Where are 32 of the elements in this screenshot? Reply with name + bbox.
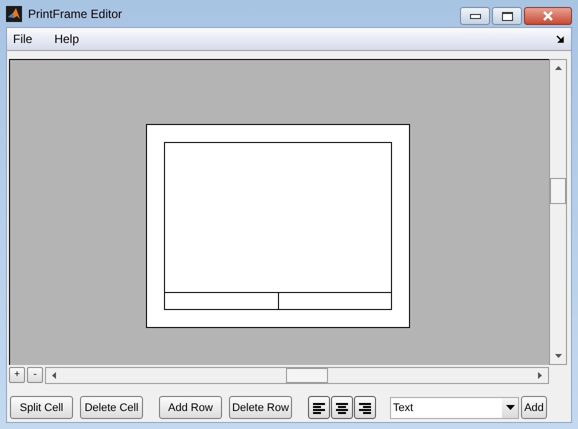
scroll-thumb[interactable] bbox=[286, 368, 328, 382]
app-logo-icon bbox=[6, 6, 22, 22]
align-right-icon bbox=[358, 401, 372, 414]
window-title: PrintFrame Editor bbox=[28, 6, 122, 20]
zoom-button[interactable]: - bbox=[27, 367, 43, 383]
action-button[interactable]: Add Row bbox=[159, 396, 222, 419]
vertical-scrollbar[interactable] bbox=[549, 59, 567, 365]
add-button[interactable]: Add bbox=[521, 396, 547, 419]
align-center-icon bbox=[334, 401, 350, 414]
dock-arrow-icon[interactable] bbox=[556, 34, 565, 44]
close-icon bbox=[542, 11, 554, 21]
menu-item[interactable]: File bbox=[7, 32, 38, 46]
close-button[interactable] bbox=[524, 7, 572, 25]
align-left-button[interactable] bbox=[308, 396, 330, 419]
action-button[interactable]: Split Cell bbox=[10, 396, 73, 419]
action-button[interactable]: Delete Row bbox=[229, 396, 292, 419]
scroll-down-icon[interactable] bbox=[554, 354, 562, 358]
menu-item[interactable]: Help bbox=[48, 32, 86, 46]
scroll-right-icon[interactable] bbox=[538, 372, 542, 378]
horizontal-scrollbar[interactable] bbox=[45, 366, 549, 384]
minimize-button[interactable] bbox=[460, 7, 490, 25]
scroll-left-icon[interactable] bbox=[52, 372, 56, 378]
align-center-button[interactable] bbox=[331, 396, 353, 419]
dropdown-caret-icon[interactable] bbox=[506, 405, 514, 410]
zoom-button[interactable]: + bbox=[9, 367, 25, 383]
align-right-button[interactable] bbox=[354, 396, 376, 419]
scroll-up-icon[interactable] bbox=[554, 66, 562, 70]
maximize-button[interactable] bbox=[492, 7, 522, 25]
type-dropdown[interactable]: Text bbox=[390, 396, 519, 418]
action-button[interactable]: Delete Cell bbox=[80, 396, 143, 419]
align-left-icon bbox=[312, 401, 326, 414]
scroll-thumb[interactable] bbox=[550, 178, 566, 204]
